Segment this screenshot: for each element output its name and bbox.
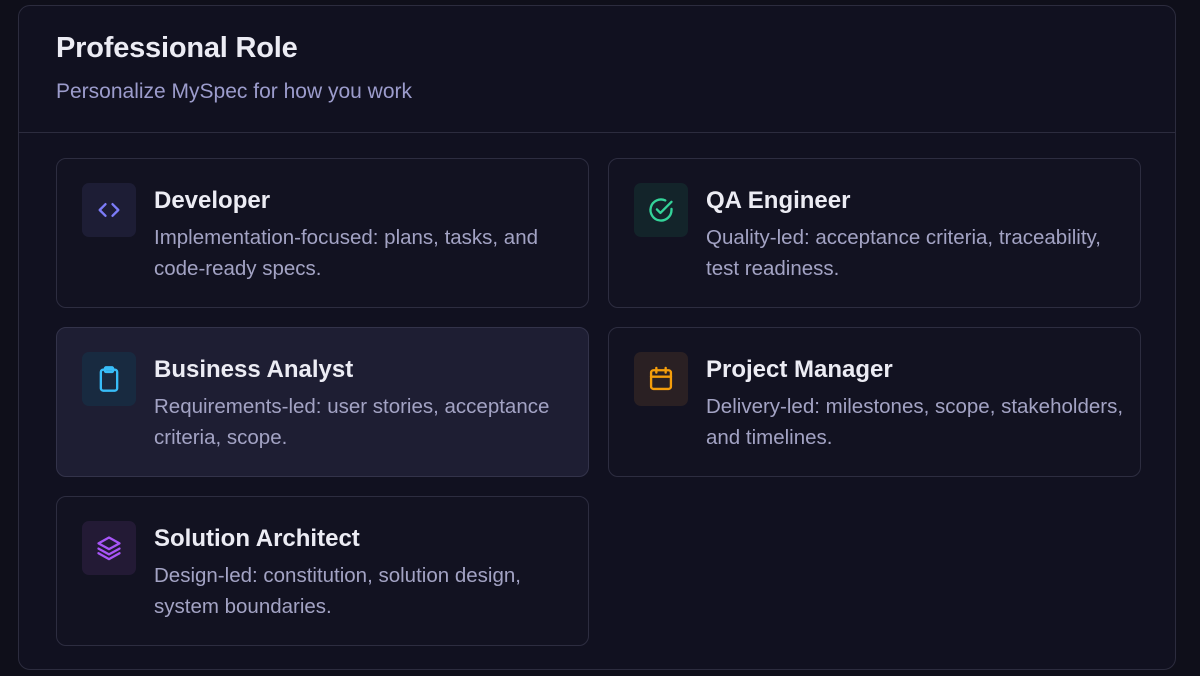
role-description: Design-led: constitution, solution desig… (154, 564, 521, 618)
role-grid: Developer Implementation-focused: plans,… (56, 158, 1142, 646)
panel-title: Professional Role (56, 32, 298, 64)
role-card-business-analyst[interactable]: Business Analyst Requirements-led: user … (56, 327, 589, 477)
role-title: Business Analyst (154, 356, 354, 383)
professional-role-panel: Professional Role Personalize MySpec for… (18, 5, 1176, 670)
calendar-icon (634, 352, 688, 406)
role-title: Project Manager (706, 356, 893, 383)
role-card-developer[interactable]: Developer Implementation-focused: plans,… (56, 158, 589, 308)
panel-subtitle: Personalize MySpec for how you work (56, 80, 412, 103)
layers-icon (82, 521, 136, 575)
role-title: Developer (154, 187, 271, 214)
role-title: QA Engineer (706, 187, 851, 214)
role-description: Delivery-led: milestones, scope, stakeho… (706, 395, 1124, 449)
check-circle-icon (634, 183, 688, 237)
code-icon (82, 183, 136, 237)
role-card-project-manager[interactable]: Project Manager Delivery-led: milestones… (608, 327, 1141, 477)
role-description: Implementation-focused: plans, tasks, an… (154, 226, 539, 280)
panel-header: Professional Role Personalize MySpec for… (19, 6, 1175, 133)
role-card-solution-architect[interactable]: Solution Architect Design-led: constitut… (56, 496, 589, 646)
role-title: Solution Architect (154, 525, 360, 552)
clipboard-icon (82, 352, 136, 406)
role-description: Requirements-led: user stories, acceptan… (154, 395, 550, 449)
role-description: Quality-led: acceptance criteria, tracea… (706, 226, 1101, 280)
role-card-qa-engineer[interactable]: QA Engineer Quality-led: acceptance crit… (608, 158, 1141, 308)
